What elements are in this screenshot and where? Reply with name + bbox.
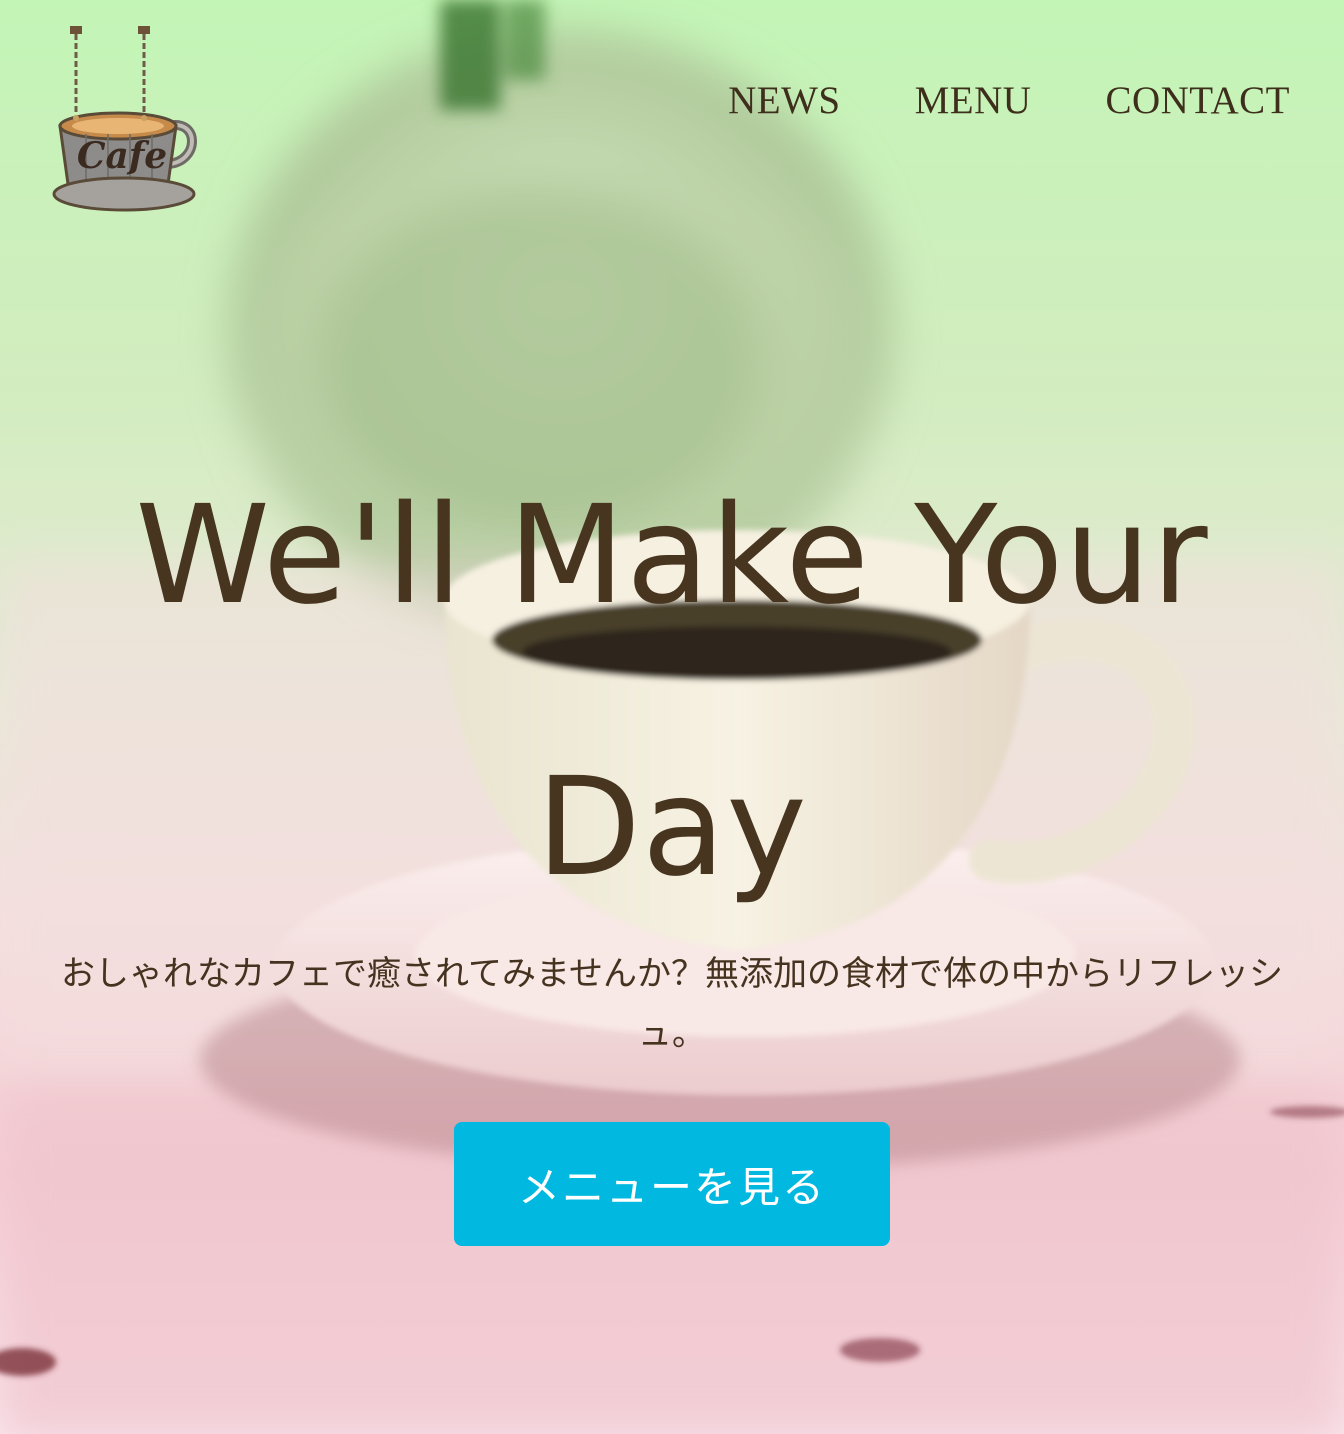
- nav-menu-link[interactable]: MENU: [915, 78, 1032, 124]
- nav-news-link[interactable]: NEWS: [728, 78, 841, 124]
- hero-section: Cafe NEWS MENU CONTACT We'll Make Your D…: [0, 0, 1344, 1434]
- logo-text: Cafe: [76, 135, 168, 177]
- cafe-cup-icon: [52, 26, 197, 212]
- hero-headline: We'll Make Your Day: [135, 477, 1209, 907]
- hero-subtitle: おしゃれなカフェで癒されてみませんか？無添加の食材で体の中からリフレッシュ。: [61, 954, 1283, 1054]
- nav-contact-link[interactable]: CONTACT: [1105, 78, 1290, 124]
- main-nav: NEWS MENU CONTACT: [728, 78, 1290, 124]
- view-menu-button[interactable]: メニューを見る: [454, 1122, 890, 1246]
- cafe-sign-logo[interactable]: Cafe: [50, 22, 200, 218]
